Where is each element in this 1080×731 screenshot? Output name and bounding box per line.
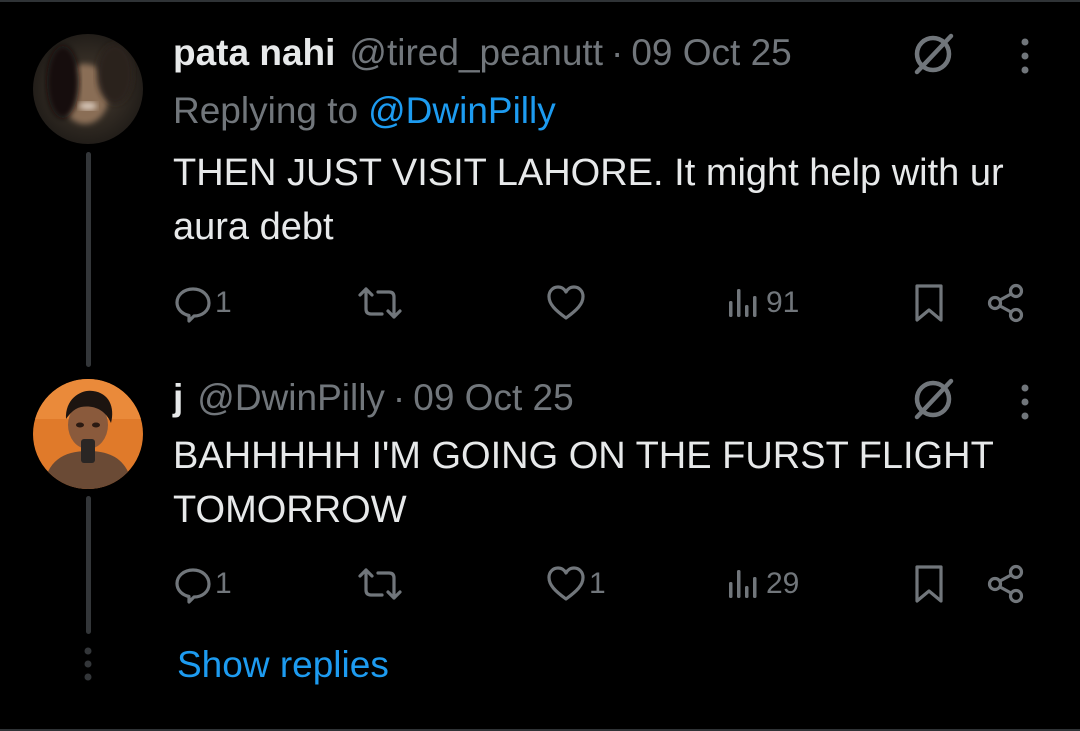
- repost-button[interactable]: [357, 559, 405, 609]
- views-button[interactable]: 29: [724, 559, 799, 609]
- post-text: THEN JUST VISIT LAHORE. It might help wi…: [173, 152, 1004, 248]
- more-vertical-icon[interactable]: [1019, 36, 1031, 76]
- bookmark-icon: [915, 284, 943, 322]
- post-header: pata nahi @tired_peanutt · 09 Oct 25: [173, 29, 792, 77]
- reply-thread: pata nahi @tired_peanutt · 09 Oct 25 Rep…: [0, 0, 1080, 731]
- reply-icon: [175, 568, 211, 604]
- like-icon: [547, 285, 585, 320]
- avatar[interactable]: [33, 34, 143, 144]
- action-bar: 1 91: [0, 278, 1080, 328]
- post-header: j @DwinPilly · 09 Oct 25: [173, 374, 574, 422]
- user-handle[interactable]: @DwinPilly: [197, 377, 385, 419]
- avatar[interactable]: [33, 379, 143, 489]
- views-icon: [729, 289, 757, 317]
- reply-button[interactable]: 1: [173, 559, 232, 609]
- like-button[interactable]: [545, 278, 589, 328]
- like-count: 1: [589, 567, 606, 600]
- bookmark-button[interactable]: [911, 278, 947, 328]
- grok-icon[interactable]: [907, 28, 959, 80]
- thread-line: [86, 152, 91, 367]
- views-button[interactable]: 91: [724, 278, 799, 328]
- replying-mention[interactable]: @DwinPilly: [368, 90, 556, 131]
- views-count: 29: [766, 567, 800, 600]
- post-date[interactable]: 09 Oct 25: [631, 32, 791, 74]
- reply-icon: [175, 287, 211, 323]
- views-icon: [729, 570, 757, 598]
- like-button[interactable]: 1: [545, 559, 606, 609]
- thread-more-dots: [84, 647, 92, 681]
- meta-separator: ·: [610, 32, 624, 73]
- share-button[interactable]: [986, 278, 1026, 328]
- bookmark-button[interactable]: [911, 559, 947, 609]
- views-count: 91: [766, 286, 800, 319]
- post-date[interactable]: 09 Oct 25: [413, 377, 573, 419]
- repost-icon: [358, 287, 402, 319]
- repost-button[interactable]: [357, 278, 405, 328]
- bookmark-icon: [915, 565, 943, 603]
- share-icon: [987, 564, 1024, 604]
- grok-icon[interactable]: [907, 373, 959, 425]
- reply-button[interactable]: 1: [173, 278, 232, 328]
- meta-separator: ·: [392, 377, 406, 418]
- reply-count: 1: [215, 567, 232, 600]
- replying-to: Replying to @DwinPilly: [173, 90, 556, 132]
- action-bar: 1 1 29: [0, 559, 1080, 609]
- share-icon: [987, 283, 1024, 323]
- reply-count: 1: [215, 286, 232, 319]
- post-text: BAHHHHH I'M GOING ON THE FURST FLIGHT TO…: [173, 435, 994, 531]
- like-icon: [547, 566, 585, 601]
- share-button[interactable]: [986, 559, 1026, 609]
- display-name[interactable]: j: [173, 377, 183, 419]
- display-name[interactable]: pata nahi: [173, 32, 335, 74]
- repost-icon: [358, 568, 402, 600]
- show-replies-link[interactable]: Show replies: [177, 644, 389, 686]
- more-vertical-icon[interactable]: [1019, 382, 1031, 422]
- user-handle[interactable]: @tired_peanutt: [349, 32, 603, 74]
- replying-prefix: Replying to: [173, 90, 359, 131]
